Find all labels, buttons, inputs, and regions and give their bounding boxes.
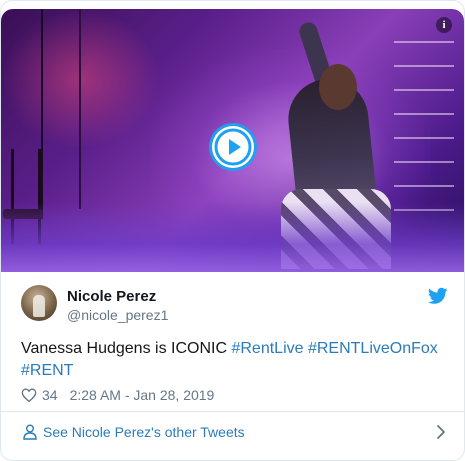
hashtag-rentlive[interactable]: #RentLive (231, 340, 303, 357)
avatar[interactable] (21, 285, 57, 321)
other-tweets-link[interactable]: See Nicole Perez's other Tweets (1, 412, 464, 452)
author-name[interactable]: Nicole Perez (67, 288, 156, 305)
stage-floor (1, 202, 464, 272)
heart-icon[interactable] (21, 387, 37, 403)
person-icon (23, 424, 37, 440)
like-count[interactable]: 34 (42, 387, 58, 403)
author-handle[interactable]: @nicole_perez1 (67, 307, 168, 323)
tweet-body: Vanessa Hudgens is ICONIC (21, 340, 232, 357)
video-thumbnail[interactable]: i (1, 9, 464, 272)
twitter-bird-icon[interactable] (428, 287, 448, 305)
timestamp[interactable]: 2:28 AM - Jan 28, 2019 (70, 387, 215, 403)
tweet-header: Nicole Perez @nicole_perez1 (21, 285, 448, 325)
tweet-text: Vanessa Hudgens is ICONIC #RentLive #REN… (21, 338, 441, 382)
stage-light (1, 9, 161, 149)
tweet-card: i Nicole Perez @nicole_perez1 Vanessa Hu… (0, 0, 465, 461)
play-circle-icon (214, 128, 252, 166)
stage-rig (41, 9, 43, 219)
tweet-meta: 34 2:28 AM - Jan 28, 2019 (21, 385, 214, 405)
other-tweets-label[interactable]: See Nicole Perez's other Tweets (43, 424, 245, 440)
play-button[interactable] (212, 126, 254, 168)
stage-rig (79, 9, 81, 209)
info-icon[interactable]: i (436, 17, 452, 33)
chevron-right-icon (437, 425, 445, 439)
performer-head (319, 64, 357, 110)
star-backdrop (394, 19, 454, 219)
hashtag-rentliveonfox[interactable]: #RENTLiveOnFox (308, 340, 438, 357)
hashtag-rent[interactable]: #RENT (21, 362, 73, 379)
